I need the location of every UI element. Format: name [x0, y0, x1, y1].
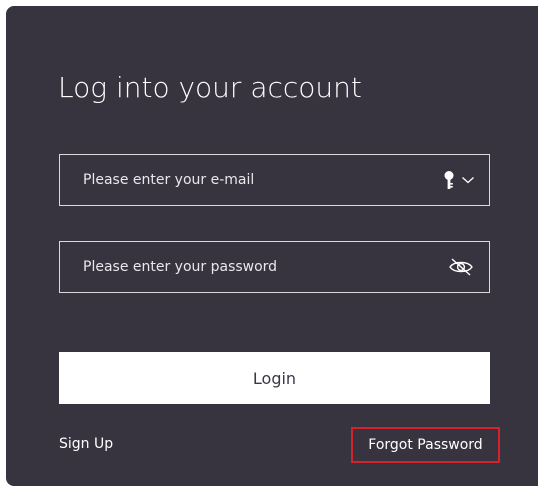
email-field-container	[59, 154, 490, 206]
password-field-icons	[447, 242, 489, 292]
chevron-down-icon[interactable]	[461, 175, 475, 185]
sign-up-link[interactable]: Sign Up	[59, 436, 113, 452]
key-icon[interactable]	[443, 170, 455, 190]
eye-slash-icon[interactable]	[447, 256, 475, 278]
email-field[interactable]	[60, 155, 443, 205]
forgot-password-link[interactable]: Forgot Password	[351, 427, 500, 463]
password-field[interactable]	[60, 242, 447, 292]
login-button[interactable]: Login	[59, 352, 490, 404]
email-field-icons	[443, 155, 489, 205]
password-field-container	[59, 241, 490, 293]
page-title: Log into your account	[58, 71, 362, 104]
